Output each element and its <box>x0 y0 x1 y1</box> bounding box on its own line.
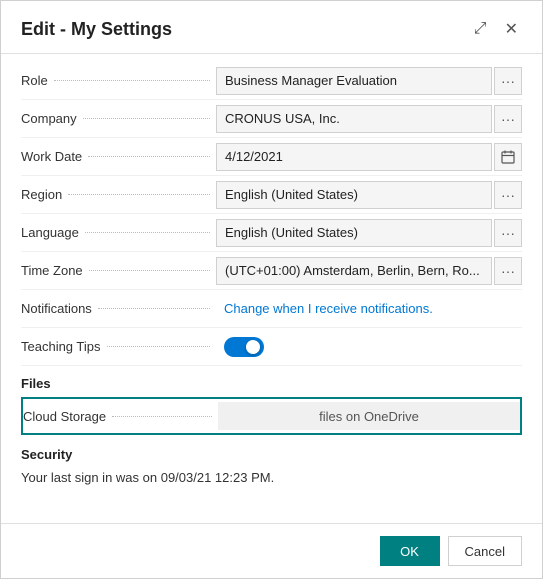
timezone-dots-button[interactable]: ··· <box>494 257 522 285</box>
dialog-header: Edit - My Settings ⤢ ✕ <box>1 1 542 54</box>
dialog-title: Edit - My Settings <box>21 19 172 40</box>
notifications-field-wrapper: Change when I receive notifications. <box>216 295 522 323</box>
notifications-label-area: Notifications <box>21 301 216 316</box>
dialog-body: Role ··· Company ··· Work Date <box>1 54 542 523</box>
timezone-label: Time Zone <box>21 263 83 278</box>
notifications-link[interactable]: Change when I receive notifications. <box>216 295 522 323</box>
security-section-header: Security <box>21 437 522 466</box>
cloud-storage-field-wrapper: files on OneDrive <box>218 402 520 430</box>
toggle-track <box>224 337 264 357</box>
teaching-tips-label: Teaching Tips <box>21 339 101 354</box>
dialog-footer: OK Cancel <box>1 523 542 578</box>
work-date-dots <box>88 156 210 157</box>
cancel-button[interactable]: Cancel <box>448 536 522 566</box>
files-section-header: Files <box>21 366 522 395</box>
timezone-field-wrapper: ··· <box>216 257 522 285</box>
notifications-dots <box>98 308 210 309</box>
timezone-label-area: Time Zone <box>21 263 216 278</box>
region-dots <box>68 194 210 195</box>
role-label-area: Role <box>21 73 216 88</box>
cloud-storage-row: Cloud Storage files on OneDrive <box>21 397 522 435</box>
language-label: Language <box>21 225 79 240</box>
language-input[interactable] <box>216 219 492 247</box>
work-date-label-area: Work Date <box>21 149 216 164</box>
company-label-area: Company <box>21 111 216 126</box>
company-dots-button[interactable]: ··· <box>494 105 522 133</box>
ok-button[interactable]: OK <box>380 536 440 566</box>
role-field-wrapper: ··· <box>216 67 522 95</box>
cloud-storage-dots <box>112 416 212 417</box>
timezone-dots <box>89 270 210 271</box>
language-row: Language ··· <box>21 214 522 252</box>
teaching-tips-label-area: Teaching Tips <box>21 339 216 354</box>
cloud-storage-label: Cloud Storage <box>23 409 106 424</box>
teaching-tips-toggle-wrapper <box>216 337 522 357</box>
timezone-input[interactable] <box>216 257 492 285</box>
cloud-storage-button[interactable]: files on OneDrive <box>218 402 520 430</box>
region-input[interactable] <box>216 181 492 209</box>
teaching-tips-row: Teaching Tips <box>21 328 522 366</box>
company-input[interactable] <box>216 105 492 133</box>
header-icons: ⤢ ✕ <box>470 17 522 41</box>
role-row: Role ··· <box>21 62 522 100</box>
calendar-button[interactable] <box>494 143 522 171</box>
company-row: Company ··· <box>21 100 522 138</box>
work-date-input[interactable] <box>216 143 492 171</box>
notifications-label: Notifications <box>21 301 92 316</box>
role-label: Role <box>21 73 48 88</box>
region-row: Region ··· <box>21 176 522 214</box>
work-date-row: Work Date <box>21 138 522 176</box>
notifications-row: Notifications Change when I receive noti… <box>21 290 522 328</box>
work-date-label: Work Date <box>21 149 82 164</box>
timezone-row: Time Zone ··· <box>21 252 522 290</box>
teaching-tips-dots <box>107 346 211 347</box>
region-field-wrapper: ··· <box>216 181 522 209</box>
edit-my-settings-dialog: Edit - My Settings ⤢ ✕ Role ··· Company <box>0 0 543 579</box>
language-label-area: Language <box>21 225 216 240</box>
cloud-storage-label-area: Cloud Storage <box>23 409 218 424</box>
toggle-thumb <box>246 340 260 354</box>
company-dots <box>83 118 210 119</box>
language-dots-button[interactable]: ··· <box>494 219 522 247</box>
close-button[interactable]: ✕ <box>501 17 522 41</box>
expand-button[interactable]: ⤢ <box>470 18 491 40</box>
language-field-wrapper: ··· <box>216 219 522 247</box>
region-label-area: Region <box>21 187 216 202</box>
work-date-field-wrapper <box>216 143 522 171</box>
region-dots-button[interactable]: ··· <box>494 181 522 209</box>
company-field-wrapper: ··· <box>216 105 522 133</box>
region-label: Region <box>21 187 62 202</box>
role-dots-button[interactable]: ··· <box>494 67 522 95</box>
role-dots <box>54 80 210 81</box>
role-input[interactable] <box>216 67 492 95</box>
language-dots <box>85 232 210 233</box>
security-text: Your last sign in was on 09/03/21 12:23 … <box>21 466 522 495</box>
teaching-tips-toggle[interactable] <box>224 337 264 357</box>
company-label: Company <box>21 111 77 126</box>
